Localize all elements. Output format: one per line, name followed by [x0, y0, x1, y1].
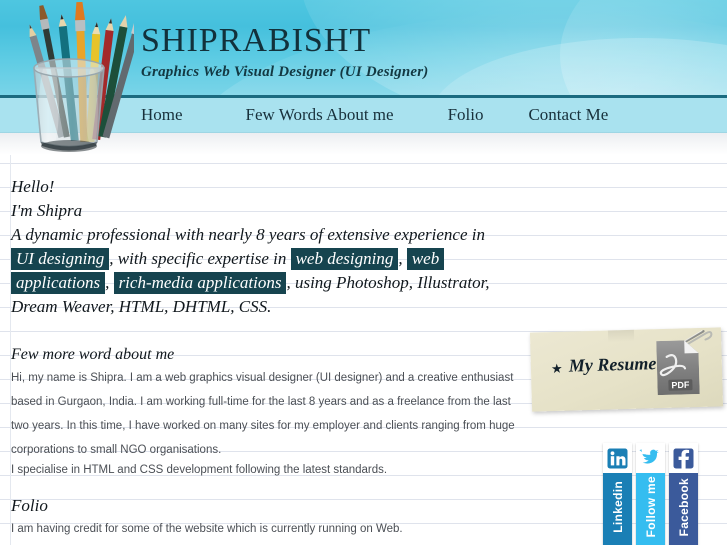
intro-highlight-web-designing: web designing: [290, 248, 399, 270]
intro-name: I'm Shipra: [11, 201, 83, 220]
nav-item-contact-me[interactable]: Contact Me: [528, 105, 608, 125]
social-label-facebook-text: Facebook: [676, 477, 691, 537]
nav-item-home[interactable]: Home: [141, 105, 183, 125]
social-label-facebook: Facebook: [669, 469, 698, 545]
intro-text-3: ,: [398, 249, 407, 268]
section-heading-folio: Folio: [11, 496, 48, 515]
nav-link-folio[interactable]: Folio: [448, 105, 484, 125]
intro-highlight-rich-media-applications: rich-media applications: [113, 272, 287, 294]
note-fold-decoration: [607, 329, 635, 343]
pdf-label: PDF: [671, 380, 690, 391]
intro-greeting: Hello!: [11, 177, 55, 196]
pdf-file-icon[interactable]: PDF: [656, 340, 700, 396]
intro-text-4: ,: [105, 273, 114, 292]
intro-highlight-ui-designing: UI designing: [11, 248, 110, 270]
social-label-linkedin: Linkedin: [603, 469, 632, 545]
social-badge-linkedin[interactable]: Linkedin: [603, 443, 632, 545]
main-navigation: Home Few Words About me Folio Contact Me: [0, 95, 727, 133]
nav-link-few-words-about-me[interactable]: Few Words About me: [246, 105, 394, 125]
social-badge-facebook[interactable]: Facebook: [669, 443, 698, 545]
social-label-linkedin-text: Linkedin: [610, 481, 625, 533]
nav-item-folio[interactable]: Folio: [448, 105, 484, 125]
social-badge-twitter[interactable]: Follow me: [636, 443, 665, 545]
intro-paragraph: A dynamic professional with nearly 8 yea…: [11, 223, 511, 319]
section-heading-few-more-word-about-me: Few more word about me: [11, 346, 175, 363]
my-resume-note[interactable]: ★ My Resume PDF: [529, 327, 724, 412]
paper-top-shadow: [0, 133, 727, 155]
resume-label: My Resume: [568, 353, 657, 376]
site-title: SHIPRABISHT: [141, 22, 372, 59]
page-root: SHIPRABISHT Graphics Web Visual Designer…: [0, 0, 727, 545]
section-body-few-more-word-about-me: Hi, my name is Shipra. I am a web graphi…: [11, 372, 515, 456]
section-body-folio: I am having credit for some of the websi…: [11, 523, 403, 535]
site-header: SHIPRABISHT Graphics Web Visual Designer…: [0, 0, 727, 95]
resume-bullet-star: ★: [550, 360, 563, 377]
intro-text-2: , with specific expertise in: [109, 249, 291, 268]
nav-link-contact-me[interactable]: Contact Me: [528, 105, 608, 125]
intro-text-1: A dynamic professional with nearly 8 yea…: [11, 225, 485, 244]
nav-link-home[interactable]: Home: [141, 105, 183, 125]
social-badges: Linkedin Follow me Facebook: [603, 443, 698, 545]
nav-item-few-words-about-me[interactable]: Few Words About me: [246, 105, 394, 125]
social-label-twitter-text: Follow me: [643, 476, 658, 538]
specialise-statement: I specialise in HTML and CSS development…: [11, 464, 388, 476]
content-paper: Hello! I'm Shipra A dynamic professional…: [0, 133, 727, 545]
site-branding: SHIPRABISHT Graphics Web Visual Designer…: [141, 22, 681, 82]
intro-block: Hello! I'm Shipra A dynamic professional…: [11, 175, 511, 319]
social-label-twitter: Follow me: [636, 469, 665, 545]
site-tagline: Graphics Web Visual Designer (UI Designe…: [141, 64, 429, 80]
